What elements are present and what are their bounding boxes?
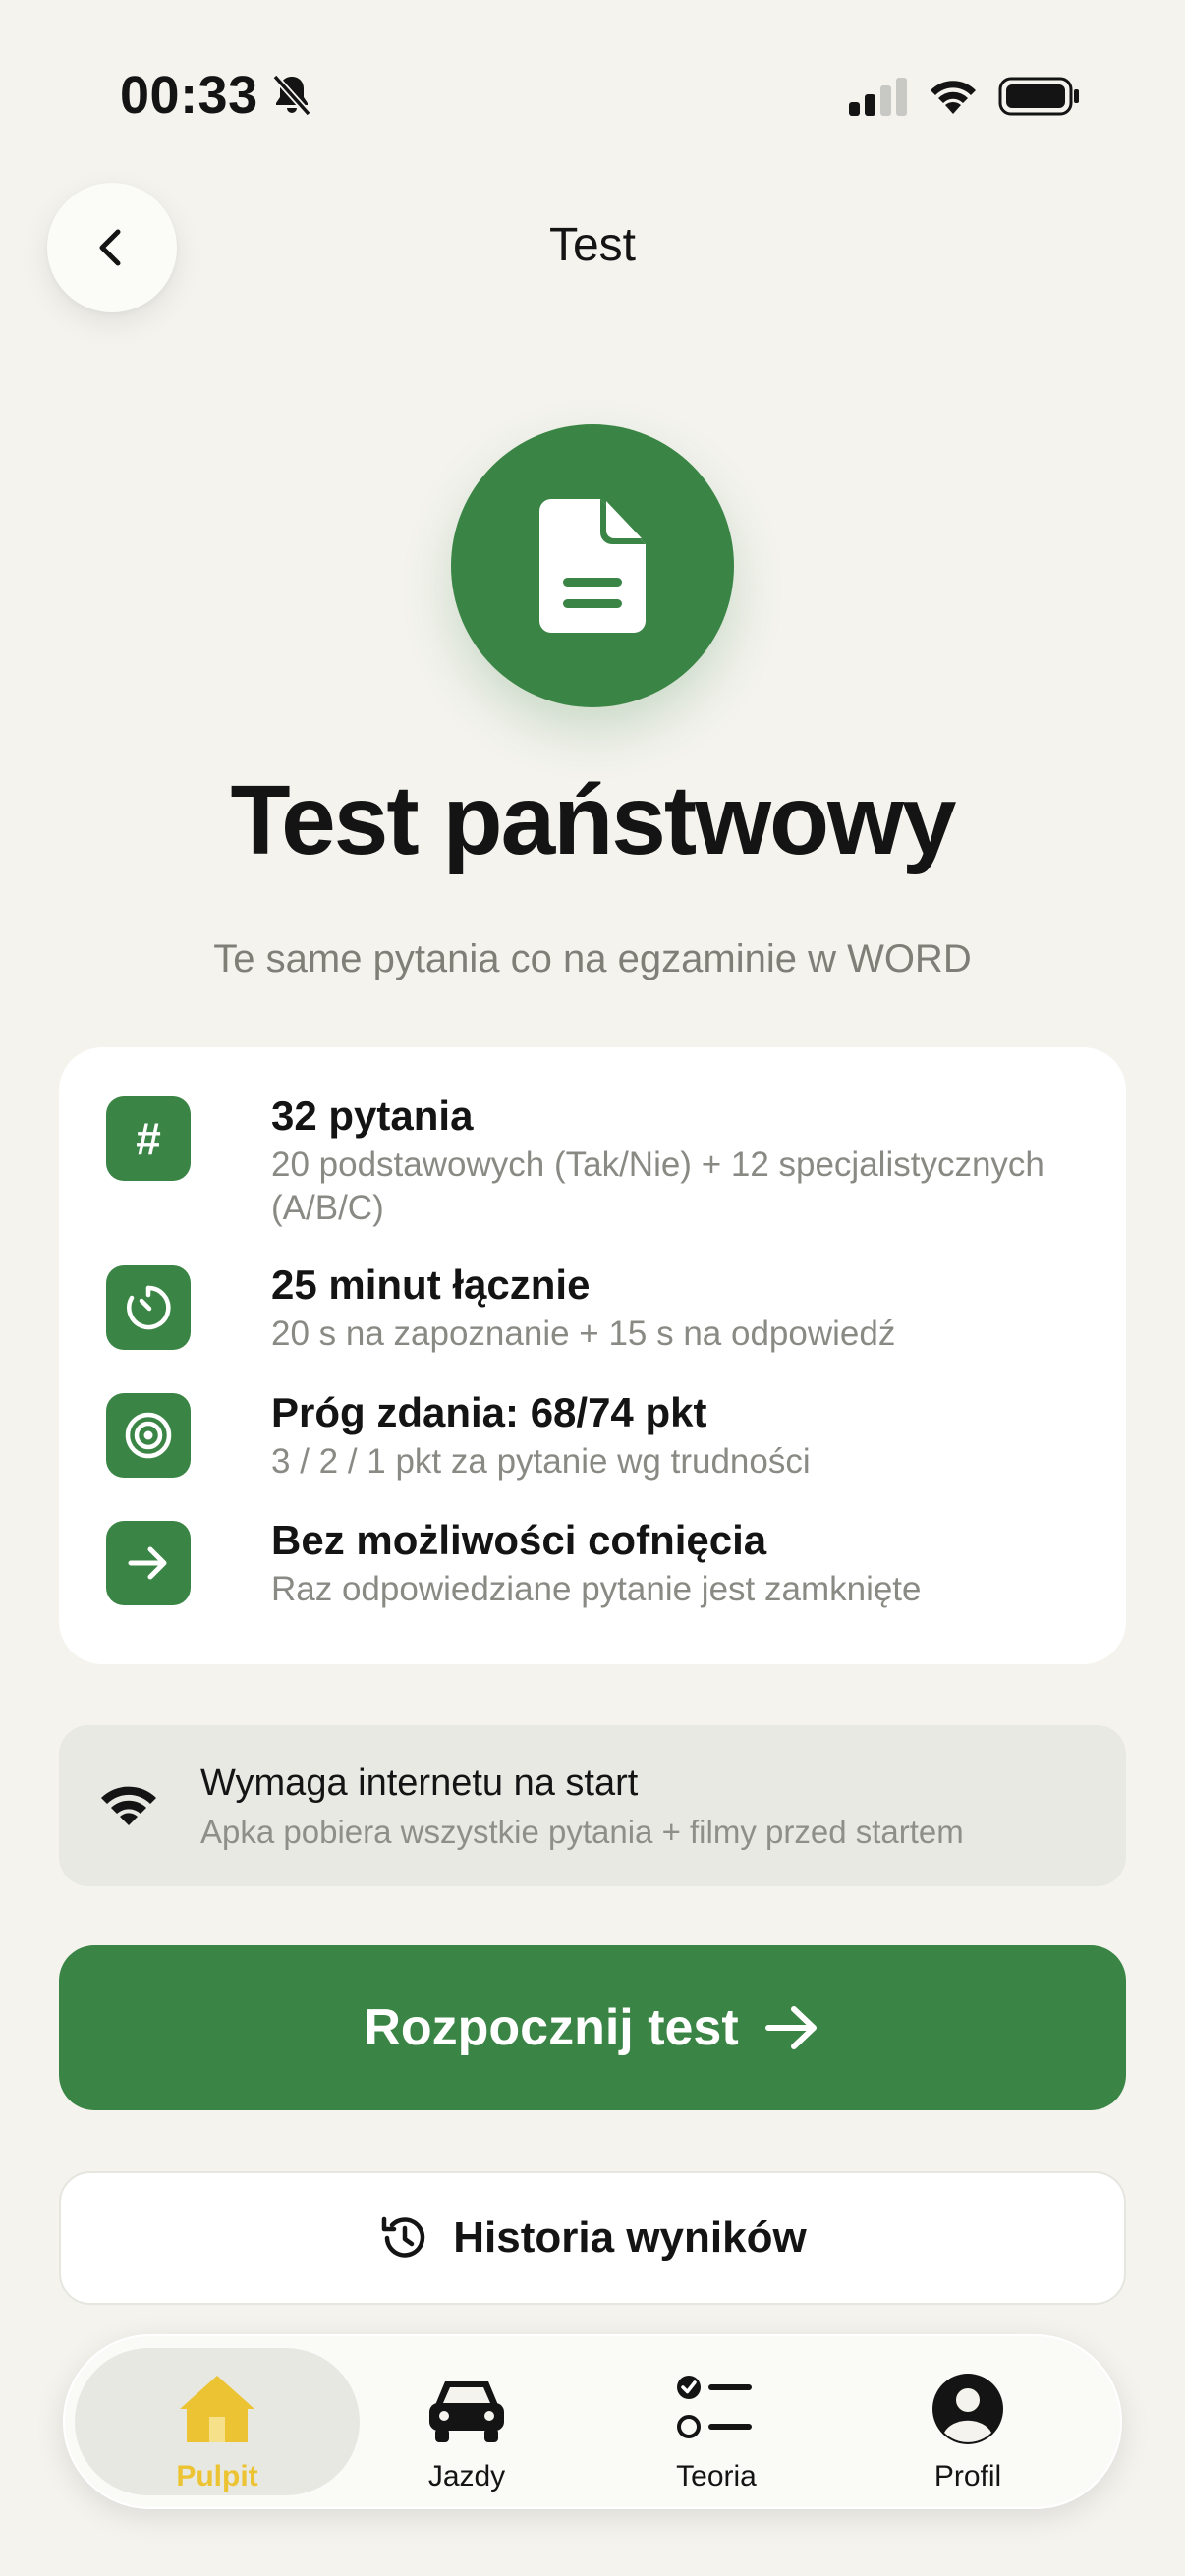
info-item-description: 3 / 2 / 1 pkt za pytanie wg trudności bbox=[271, 1442, 811, 1481]
wifi-icon bbox=[101, 1786, 156, 1825]
internet-notice: Wymaga internetu na start Apka pobiera w… bbox=[59, 1725, 1126, 1886]
checklist-icon bbox=[677, 2376, 752, 2438]
tab-bar: Pulpit Jazdy Teoria Profil bbox=[63, 2334, 1122, 2509]
hero-icon-badge bbox=[451, 424, 734, 707]
battery-icon bbox=[998, 77, 1079, 116]
bell-slash-icon bbox=[272, 74, 311, 117]
test-info-card: # 32 pytania 20 podstawowych (Tak/Nie) +… bbox=[59, 1047, 1126, 1664]
notice-description: Apka pobiera wszystkie pytania + filmy p… bbox=[200, 1814, 964, 1850]
history-button[interactable]: Historia wyników bbox=[59, 2171, 1126, 2305]
info-item-description: 20 s na zapoznanie + 15 s na odpowiedź bbox=[271, 1315, 896, 1353]
info-item-title: 25 minut łącznie bbox=[271, 1261, 591, 1308]
status-time: 00:33 bbox=[120, 66, 258, 125]
notice-title: Wymaga internetu na start bbox=[200, 1763, 639, 1804]
info-item-description: Raz odpowiedziane pytanie jest zamknięte bbox=[271, 1570, 922, 1608]
start-test-label: Rozpocznij test bbox=[364, 1999, 739, 2056]
person-icon bbox=[932, 2374, 1003, 2444]
tab-profil[interactable]: Profil bbox=[825, 2348, 1110, 2495]
car-icon bbox=[429, 2381, 504, 2442]
info-item-description: 20 podstawowych (Tak/Nie) + 12 specjalis… bbox=[271, 1146, 1044, 1227]
tab-label: Teoria bbox=[676, 2460, 757, 2492]
wifi-icon bbox=[931, 81, 976, 114]
page-title: Test bbox=[548, 219, 637, 271]
tab-label: Jazdy bbox=[427, 2460, 506, 2492]
tab-pulpit[interactable]: Pulpit bbox=[75, 2348, 360, 2495]
hero-subtitle: Te same pytania co na egzaminie w WORD bbox=[213, 937, 972, 980]
info-item-title: Próg zdania: 68/74 pkt bbox=[271, 1389, 707, 1435]
tab-teoria[interactable]: Teoria bbox=[574, 2348, 859, 2495]
home-icon bbox=[180, 2376, 254, 2442]
info-item-title: 32 pytania bbox=[271, 1092, 474, 1139]
document-icon bbox=[539, 499, 646, 633]
hash-icon: # bbox=[106, 1096, 191, 1181]
history-label: Historia wyników bbox=[453, 2213, 807, 2262]
target-icon bbox=[106, 1393, 191, 1478]
tab-label: Profil bbox=[933, 2460, 1002, 2492]
history-icon bbox=[382, 2216, 425, 2258]
arrow-right-icon bbox=[106, 1521, 191, 1605]
status-bar: 00:33 bbox=[0, 59, 1185, 128]
timer-icon bbox=[106, 1265, 191, 1350]
start-test-button[interactable]: Rozpocznij test bbox=[59, 1945, 1126, 2110]
tab-label: Pulpit bbox=[176, 2460, 258, 2492]
tab-jazdy[interactable]: Jazdy bbox=[324, 2348, 609, 2495]
hero-title: Test państwowy bbox=[230, 765, 957, 875]
arrow-right-icon bbox=[764, 2006, 817, 2049]
info-item-title: Bez możliwości cofnięcia bbox=[271, 1517, 767, 1563]
cellular-signal-icon bbox=[849, 78, 907, 116]
